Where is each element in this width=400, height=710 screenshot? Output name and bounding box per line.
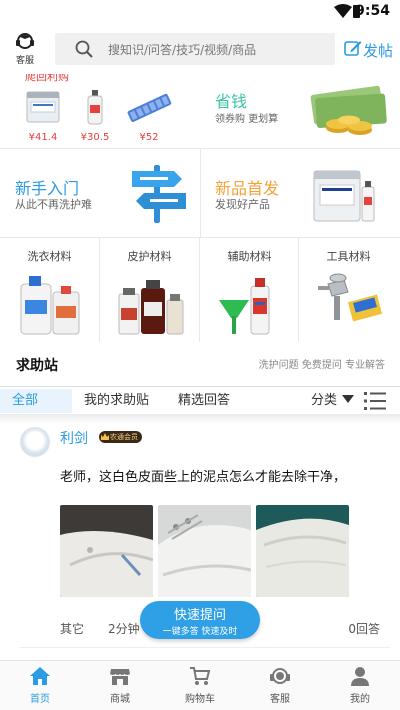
post-label: 发帖 — [363, 42, 394, 60]
category-image — [118, 280, 183, 335]
search-input[interactable]: 搜知识/问答/技巧/视频/商品 — [55, 33, 335, 65]
product-image — [313, 170, 375, 222]
card-new-products[interactable]: 新品首发 发现好产品 — [200, 149, 400, 237]
tabbar-mall[interactable]: 商城 — [80, 665, 160, 705]
tabbar-label: 客服 — [270, 694, 290, 705]
tabbar-profile[interactable]: 我的 — [320, 665, 400, 705]
tab-my-posts[interactable]: 我的求助贴 — [84, 389, 149, 413]
wifi-icon — [334, 4, 352, 18]
quick-ask-subtitle: 一键多答 快速及时 — [162, 627, 238, 637]
product-image — [87, 90, 103, 125]
product-price: ¥41.4 — [28, 132, 58, 143]
category-label: 辅助材料 — [227, 250, 272, 263]
crown-icon — [101, 433, 109, 440]
customer-service-label: 客服 — [15, 56, 34, 66]
section-title: 求助站 — [16, 358, 58, 374]
tabbar-label: 首页 — [30, 694, 50, 705]
product-image — [26, 91, 60, 123]
tabbar-service[interactable]: 客服 — [240, 665, 320, 705]
quick-ask-button[interactable]: 快速提问 一键多答 快速及时 — [140, 601, 260, 639]
post-photo[interactable] — [256, 505, 349, 597]
tabbar-label: 我的 — [350, 694, 370, 705]
category-image — [317, 273, 382, 322]
list-menu-icon[interactable] — [364, 391, 386, 411]
category-filter-label: 分类 — [311, 393, 338, 408]
category-label: 工具材料 — [326, 250, 371, 263]
category-leather-care[interactable]: 皮护材料 — [100, 238, 199, 342]
top-header: 客服 搜知识/问答/技巧/视频/商品 发帖 — [0, 24, 400, 74]
signpost-icon — [132, 165, 186, 223]
category-image — [20, 276, 79, 335]
post-photo[interactable] — [60, 505, 153, 597]
card-beginner[interactable]: 新手入门 从此不再洗护难 — [0, 149, 200, 237]
post-time: 2分钟 — [108, 622, 140, 636]
product-item[interactable]: ¥52 — [124, 88, 174, 143]
category-auxiliary[interactable]: 辅助材料 — [200, 238, 299, 342]
category-image — [218, 278, 269, 335]
answer-count: 0回答 — [348, 622, 380, 636]
cart-icon — [190, 667, 211, 685]
search-icon — [75, 40, 93, 58]
promo-save-money[interactable]: 省钱 领券购 更划算 — [200, 74, 400, 148]
post-category: 其它 — [60, 622, 85, 636]
money-icon — [310, 85, 387, 135]
product-strip: 爬回利购 ¥41.4 ¥30.5 ¥52 — [0, 74, 200, 148]
tab-featured[interactable]: 精选回答 — [178, 389, 230, 413]
user-icon — [351, 667, 369, 686]
bottom-tab-bar: 首页 商城 购物车 客服 我的 — [0, 660, 400, 710]
edit-icon — [344, 41, 362, 56]
category-label: 洗衣材料 — [27, 250, 72, 263]
tab-all[interactable]: 全部 — [0, 389, 72, 413]
category-laundry[interactable]: 洗衣材料 — [0, 238, 99, 342]
member-badge: 农通会员 — [99, 431, 142, 443]
customer-service-button[interactable]: 客服 — [12, 32, 38, 66]
tabbar-label: 商城 — [110, 694, 130, 705]
promo-subtitle: 领券购 更划算 — [215, 114, 279, 125]
tab-bar: 全部 我的求助贴 精选回答 分类 — [0, 386, 400, 414]
category-tools[interactable]: 工具材料 — [299, 238, 398, 342]
post-question[interactable]: 老师，这白色皮面些上的泥点怎么才能去除干净， — [60, 466, 346, 485]
clock: 9:54 — [355, 3, 390, 19]
status-bar: 9:54 — [0, 0, 400, 24]
product-price: ¥52 — [139, 132, 159, 143]
store-icon — [110, 669, 130, 685]
tabbar-home[interactable]: 首页 — [0, 665, 80, 705]
username[interactable]: 利剑 — [60, 428, 88, 448]
post-photo[interactable] — [158, 505, 251, 597]
product-strip-title: 爬回利购 — [25, 74, 69, 83]
product-price: ¥30.5 — [80, 132, 110, 143]
section-subtitle: 洗护问题 免费提问 专业解答 — [258, 360, 385, 371]
product-image — [127, 93, 172, 122]
shoe-photo — [60, 505, 153, 597]
divider — [20, 647, 390, 648]
headset-icon — [16, 33, 34, 49]
tabbar-cart[interactable]: 购物车 — [160, 665, 240, 705]
card-subtitle: 发现好产品 — [215, 198, 270, 211]
quick-ask-title: 快速提问 — [173, 608, 226, 623]
service-headset-icon — [270, 668, 290, 684]
shoe-photo — [158, 505, 251, 597]
product-item[interactable]: ¥41.4 — [18, 88, 68, 143]
category-filter[interactable]: 分类 — [311, 389, 355, 413]
promo-title: 省钱 — [215, 92, 248, 111]
tabbar-label: 购物车 — [185, 694, 215, 705]
search-placeholder: 搜知识/问答/技巧/视频/商品 — [108, 43, 257, 57]
product-item[interactable]: ¥30.5 — [70, 88, 120, 143]
feed-shadow — [0, 414, 400, 424]
avatar[interactable] — [20, 427, 50, 457]
category-label: 皮护材料 — [127, 250, 172, 263]
member-badge-label: 农通会员 — [110, 433, 138, 441]
home-icon — [30, 667, 50, 685]
shoe-photo — [256, 505, 349, 597]
dropdown-arrow-icon — [342, 395, 355, 403]
card-subtitle: 从此不再洗护难 — [15, 198, 92, 211]
